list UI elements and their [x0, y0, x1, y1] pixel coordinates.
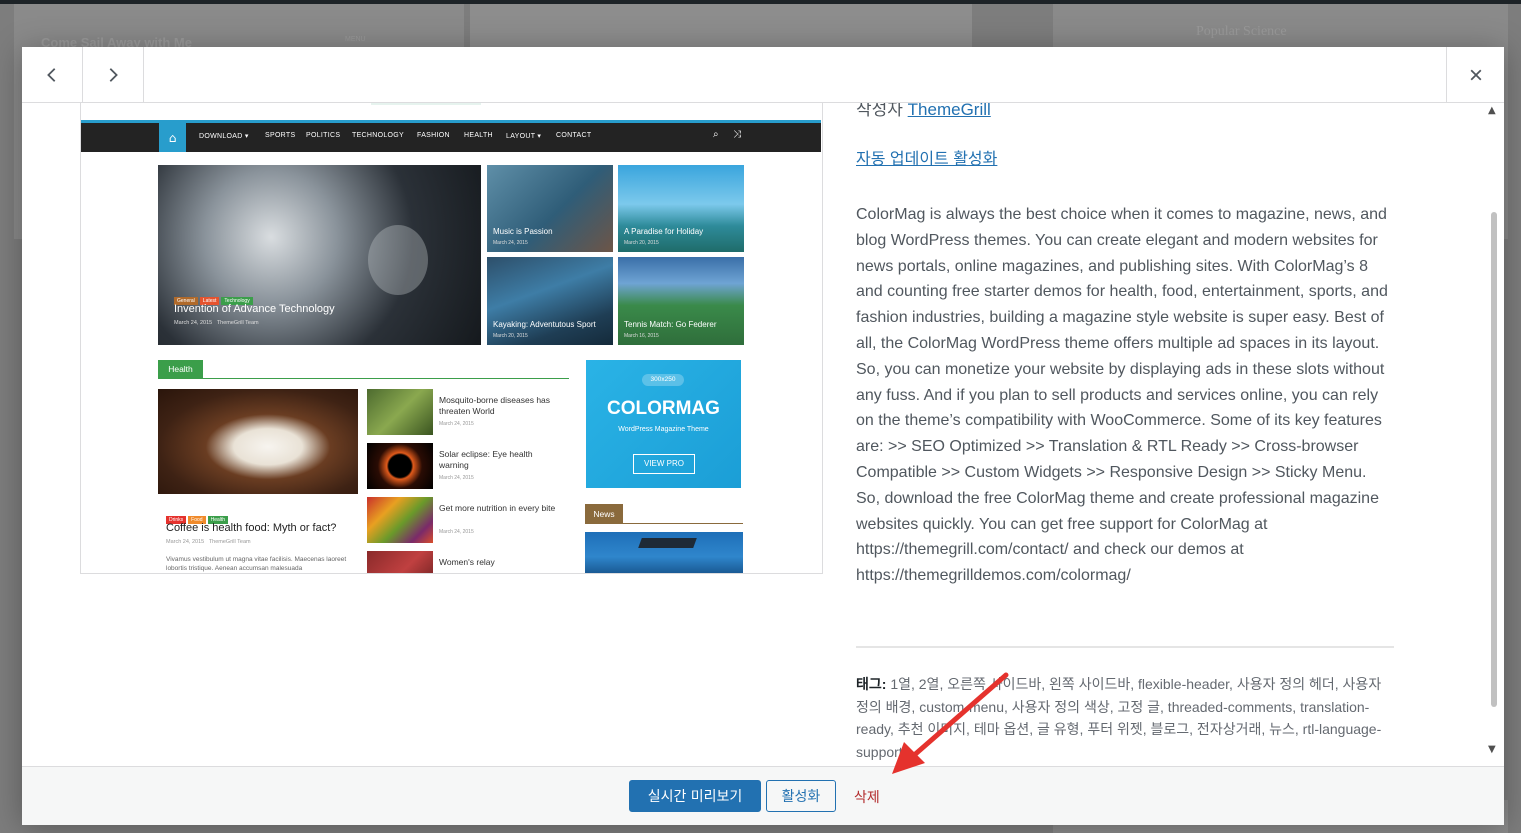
post-date: March 24, 2015	[439, 475, 474, 481]
section-label-news: News	[585, 504, 623, 523]
section-divider	[585, 523, 743, 524]
screenshot-nav-item: POLITICS	[306, 132, 341, 139]
modal-body: ⌂ DOWNLOAD ▾ SPORTS POLITICS TECHNOLOGY …	[22, 103, 1504, 766]
jet-shape	[638, 538, 697, 548]
background-theme-card	[470, 4, 972, 48]
modal-footer: 실시간 미리보기 활성화 삭제	[22, 766, 1504, 825]
author-link[interactable]: ThemeGrill	[908, 103, 991, 119]
health-list-item: Solar eclipse: Eye health warning March …	[367, 443, 567, 491]
previous-theme-button[interactable]	[22, 47, 83, 102]
screenshot-nav-item: TECHNOLOGY	[352, 132, 405, 139]
post-title: Solar eclipse: Eye health warning	[439, 449, 533, 470]
featured-post-image: General Latest Technology Invention of Adv…	[158, 165, 481, 345]
close-icon	[1470, 69, 1481, 80]
post-tile: Tennis Match: Go Federer March 16, 2015	[618, 257, 744, 345]
chevron-right-icon	[109, 67, 118, 82]
author-prefix: 작성자	[856, 103, 903, 119]
news-image	[585, 532, 743, 573]
post-date: March 24, 2015	[166, 539, 205, 545]
featured-post-meta: March 24, 2015 ThemeGrill Team	[174, 320, 259, 326]
screenshot-nav-item: DOWNLOAD ▾	[199, 133, 249, 140]
modal-header	[22, 47, 1504, 103]
shuffle-icon: ⤨	[733, 129, 742, 140]
post-title: Women's relay	[439, 557, 495, 567]
screenshot-nav-item: HEALTH	[464, 132, 493, 139]
divider	[856, 646, 1394, 648]
section-label-health: Health	[158, 360, 203, 378]
theme-screenshot: ⌂ DOWNLOAD ▾ SPORTS POLITICS TECHNOLOGY …	[80, 103, 823, 574]
health-list-item: Women's relay	[367, 551, 567, 573]
post-date: March 24, 2015	[439, 421, 474, 427]
tags-label: 태그:	[856, 676, 887, 692]
background-figure	[368, 225, 428, 295]
section-divider	[158, 378, 569, 379]
screenshot-nav-item: CONTACT	[556, 132, 592, 139]
tile-title: Music is Passion	[493, 227, 553, 236]
post-thumbnail	[367, 443, 433, 489]
tile-date: March 20, 2015	[624, 240, 659, 246]
post-tile: Music is Passion March 24, 2015	[487, 165, 613, 252]
search-icon: ⌕	[713, 129, 719, 140]
post-date: March 24, 2015	[174, 320, 213, 326]
health-main-title: Coffee is health food: Myth or fact?	[166, 522, 337, 534]
ad-size-badge: 300x250	[642, 374, 684, 386]
health-list-item: Mosquito-borne diseases has threaten Wor…	[367, 389, 567, 437]
post-date: March 24, 2015	[439, 529, 474, 535]
health-main-image	[158, 389, 358, 494]
ad-cta-button[interactable]: VIEW PRO	[633, 454, 695, 474]
background-card-tag: MENU	[345, 36, 366, 43]
post-tile: A Paradise for Holiday March 20, 2015	[618, 165, 744, 252]
tags-list: 1열, 2열, 오른쪽 사이드바, 왼쪽 사이드바, flexible-head…	[856, 676, 1382, 760]
post-tile: Kayaking: Adventutous Sport March 20, 20…	[487, 257, 613, 345]
theme-description: ColorMag is always the best choice when …	[856, 206, 1388, 585]
ad-brand: COLORMAG	[607, 398, 720, 419]
ad-tagline: WordPress Magazine Theme	[618, 426, 709, 433]
tile-title: Kayaking: Adventutous Sport	[493, 320, 596, 329]
health-list-item: Get more nutrition in every bite March 2…	[367, 497, 567, 545]
health-main-meta: March 24, 2015 ThemeGrill Team	[166, 539, 251, 545]
post-author: ThemeGrill Team	[208, 539, 251, 545]
tile-date: March 16, 2015	[624, 333, 659, 339]
scrollbar-thumb[interactable]	[1491, 212, 1497, 707]
post-title: Mosquito-borne diseases has threaten Wor…	[439, 395, 551, 416]
screenshot-top-strip	[371, 103, 481, 105]
theme-author: 작성자 ThemeGrill	[856, 103, 991, 120]
post-thumbnail	[367, 389, 433, 435]
post-thumbnail	[367, 497, 433, 543]
tile-title: Tennis Match: Go Federer	[624, 320, 717, 329]
theme-tags: 태그: 1열, 2열, 오른쪽 사이드바, 왼쪽 사이드바, flexible-…	[856, 673, 1394, 763]
tile-title: A Paradise for Holiday	[624, 227, 704, 236]
health-main-excerpt: Vivamus vestibulum ut magna vitae facili…	[166, 556, 347, 572]
post-thumbnail	[367, 551, 433, 573]
post-title: Get more nutrition in every bite	[439, 503, 556, 513]
featured-post-title: Invention of Advance Technology	[174, 303, 335, 315]
screenshot-nav-bar: ⌂ DOWNLOAD ▾ SPORTS POLITICS TECHNOLOGY …	[81, 120, 821, 152]
tile-date: March 20, 2015	[493, 333, 528, 339]
post-author: ThemeGrill Team	[216, 320, 259, 326]
next-theme-button[interactable]	[83, 47, 144, 102]
chevron-left-icon	[47, 67, 56, 82]
theme-details-modal: ⌂ DOWNLOAD ▾ SPORTS POLITICS TECHNOLOGY …	[22, 47, 1504, 825]
delete-theme-link[interactable]: 삭제	[854, 787, 880, 807]
screenshot-nav-item: FASHION	[417, 132, 450, 139]
tile-date: March 24, 2015	[493, 240, 528, 246]
live-preview-button[interactable]: 실시간 미리보기	[629, 780, 761, 812]
activate-button[interactable]: 활성화	[766, 780, 836, 812]
background-card-title: Popular Science	[1196, 24, 1287, 39]
close-modal-button[interactable]	[1446, 47, 1504, 102]
screenshot-nav-item: SPORTS	[265, 132, 296, 139]
enable-auto-update-link[interactable]: 자동 업데이트 활성화	[856, 145, 997, 169]
scroll-up-arrow[interactable]: ▲	[1488, 105, 1496, 116]
home-icon: ⌂	[159, 123, 186, 152]
ad-banner[interactable]: 300x250 COLORMAG WordPress Magazine Them…	[586, 360, 741, 488]
scroll-down-arrow[interactable]: ▼	[1488, 744, 1496, 755]
screenshot-nav-item: LAYOUT ▾	[506, 133, 542, 140]
